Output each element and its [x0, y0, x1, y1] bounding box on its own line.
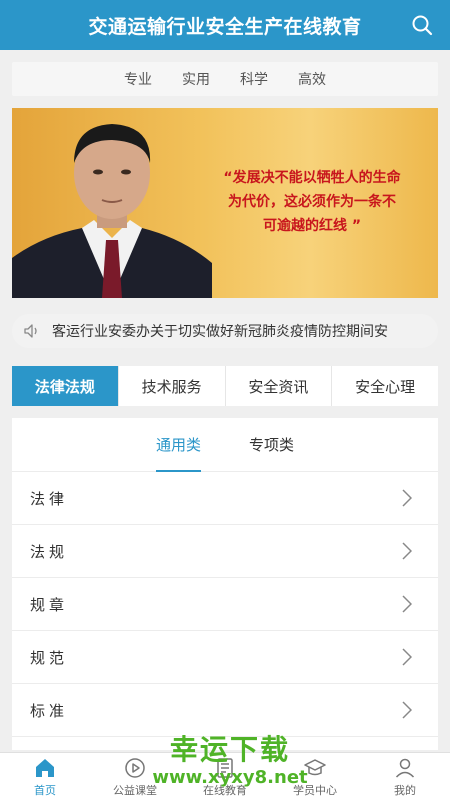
- quote-line: 为代价，这必须作为一条不: [228, 194, 396, 210]
- tagline-item: 科学: [240, 72, 268, 88]
- quote-line: “发展决不能以牺牲人的生命: [223, 170, 401, 186]
- portrait-image: [12, 124, 212, 298]
- chevron-right-icon: [402, 542, 412, 560]
- banner-carousel[interactable]: “发展决不能以牺牲人的生命 为代价，这必须作为一条不 可逾越的红线 ”: [12, 108, 438, 298]
- list-item-label: 标准: [30, 701, 69, 720]
- subtab-special[interactable]: 专项类: [249, 418, 294, 472]
- list-item-label: 规范: [30, 648, 69, 667]
- subtab-general[interactable]: 通用类: [155, 418, 202, 472]
- app-title: 交通运输行业安全生产在线教育: [88, 15, 362, 38]
- tagline-item: 实用: [182, 72, 210, 88]
- nav-label: 公益课堂: [113, 783, 157, 797]
- notice-bar[interactable]: 客运行业安委办关于切实做好新冠肺炎疫情防控期间安: [12, 314, 438, 348]
- chevron-right-icon: [402, 595, 412, 613]
- document-icon: [217, 757, 233, 778]
- tagline-bar: 专业 实用 科学 高效: [12, 62, 438, 96]
- graduation-cap-icon: [304, 758, 326, 775]
- user-icon: [395, 758, 415, 778]
- list-item[interactable]: 标准: [12, 684, 438, 737]
- chevron-right-icon: [402, 701, 412, 719]
- list-item[interactable]: 法律: [12, 472, 438, 525]
- nav-home[interactable]: 首页: [0, 753, 90, 800]
- app-header: 交通运输行业安全生产在线教育: [0, 0, 450, 50]
- tab-safety-psychology[interactable]: 安全心理: [332, 366, 438, 406]
- tab-technical-services[interactable]: 技术服务: [118, 366, 226, 406]
- play-circle-icon: [125, 757, 145, 778]
- tagline-item: 专业: [124, 72, 152, 88]
- category-tabs: 法律法规 技术服务 安全资讯 安全心理: [12, 366, 438, 406]
- nav-public-class[interactable]: 公益课堂: [90, 753, 180, 800]
- nav-label: 学员中心: [293, 783, 337, 797]
- list-item[interactable]: 法规: [12, 525, 438, 578]
- tagline-item: 高效: [298, 72, 326, 88]
- sub-tabs: 通用类 专项类: [12, 418, 438, 472]
- search-icon[interactable]: [410, 13, 434, 37]
- quote-line: 可逾越的红线 ”: [262, 218, 362, 234]
- chevron-right-icon: [402, 489, 412, 507]
- nav-student-center[interactable]: 学员中心: [270, 753, 360, 800]
- list-item-label: 法律: [30, 489, 69, 508]
- chevron-right-icon: [402, 648, 412, 666]
- bottom-navigation: 首页 公益课堂 在线教育 学员中心 我的: [0, 752, 450, 800]
- nav-online-education[interactable]: 在线教育: [180, 753, 270, 800]
- banner-quote: “发展决不能以牺牲人的生命 为代价，这必须作为一条不 可逾越的红线 ”: [202, 166, 422, 238]
- tab-law-regulations[interactable]: 法律法规: [12, 366, 119, 406]
- tab-safety-news[interactable]: 安全资讯: [225, 366, 333, 406]
- list-item-label: 法规: [30, 542, 69, 561]
- home-icon: [36, 758, 54, 777]
- notice-text: 客运行业安委办关于切实做好新冠肺炎疫情防控期间安: [52, 324, 388, 340]
- list-item[interactable]: 规章: [12, 578, 438, 631]
- nav-profile[interactable]: 我的: [360, 753, 450, 800]
- nav-label: 我的: [394, 783, 416, 797]
- nav-label: 在线教育: [203, 783, 247, 797]
- list-item-label: 规章: [30, 595, 69, 614]
- speaker-icon: [24, 324, 37, 338]
- content-panel: 通用类 专项类 法律 法规 规章 规范 标准: [12, 418, 438, 750]
- list-item[interactable]: 规范: [12, 631, 438, 684]
- nav-label: 首页: [34, 783, 56, 797]
